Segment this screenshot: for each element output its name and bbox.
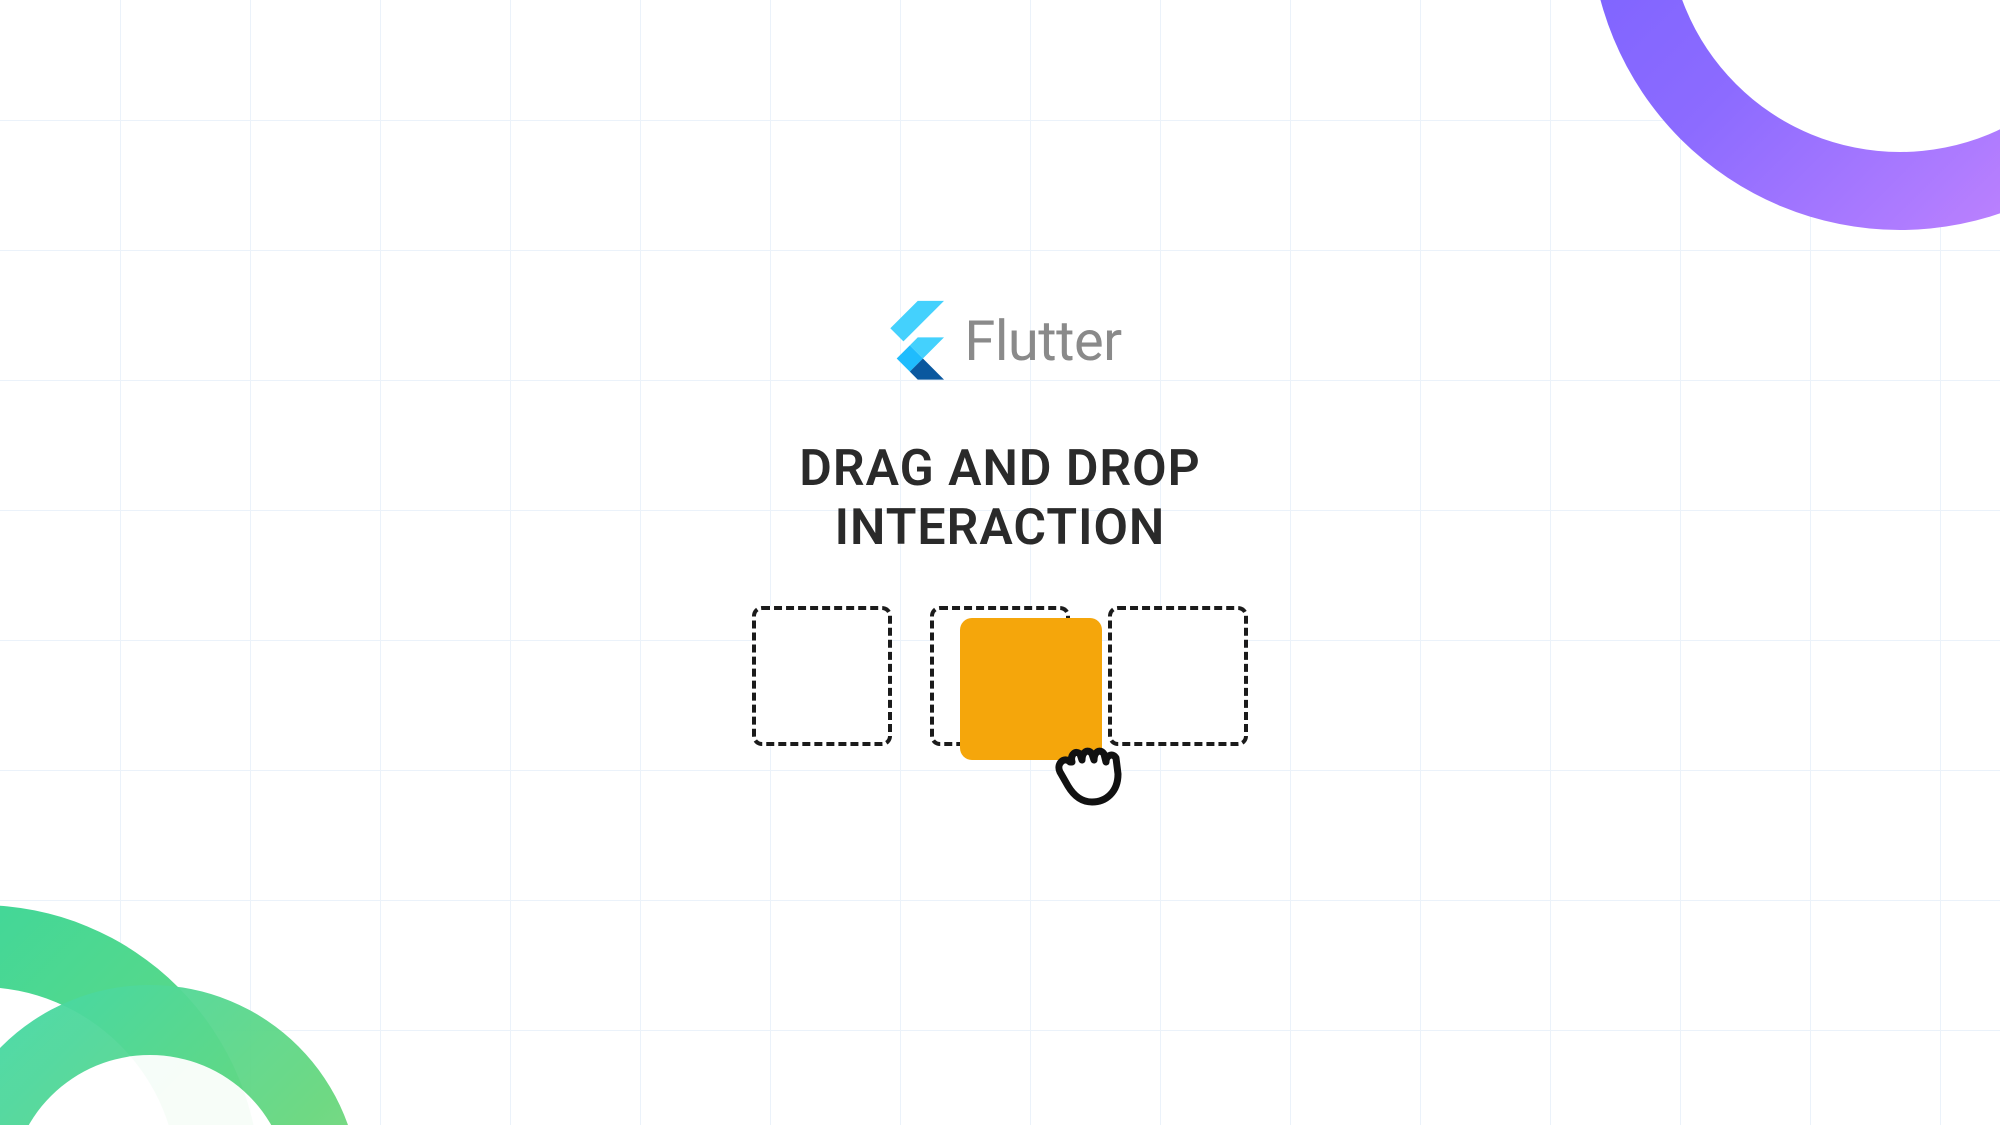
headline-line-2: INTERACTION: [799, 499, 1200, 558]
stage: Flutter DRAG AND DROP INTERACTION: [0, 0, 2000, 1085]
dropzone-right[interactable]: [1108, 606, 1248, 746]
dropzone-left[interactable]: [752, 606, 892, 746]
draggable-tile[interactable]: [960, 618, 1102, 760]
brand-row: Flutter: [878, 300, 1121, 382]
headline: DRAG AND DROP INTERACTION: [799, 440, 1200, 558]
flutter-logo-icon: [878, 300, 944, 382]
drag-drop-demo: [752, 606, 1248, 746]
headline-line-1: DRAG AND DROP: [799, 440, 1200, 499]
brand-name: Flutter: [964, 308, 1121, 374]
